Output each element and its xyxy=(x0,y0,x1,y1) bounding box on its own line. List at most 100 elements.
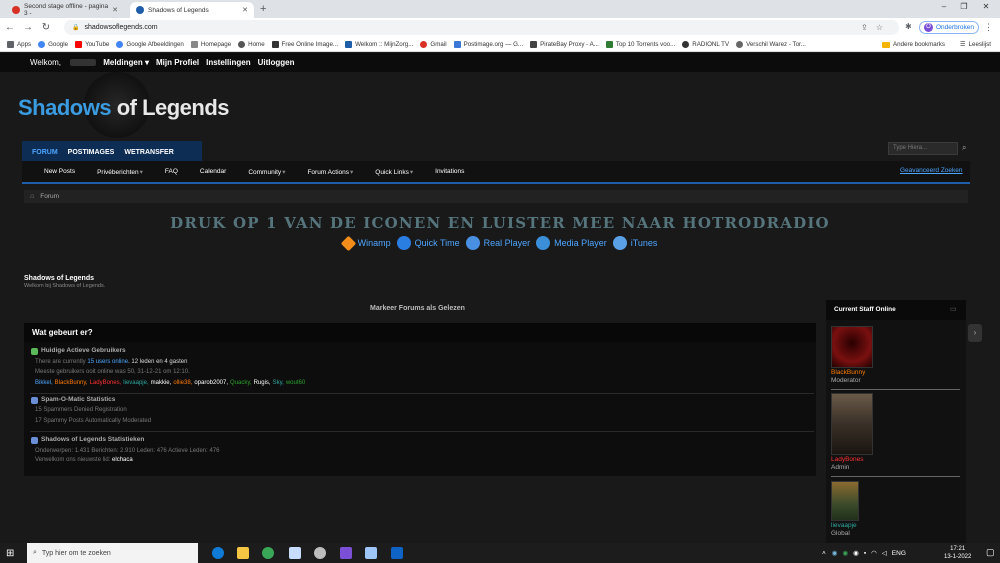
edge-icon[interactable] xyxy=(212,547,224,559)
close-window-button[interactable]: ✕ xyxy=(976,2,996,11)
advanced-search-link[interactable]: Geavanceerd Zoeken xyxy=(900,167,963,174)
minimize-button[interactable]: – xyxy=(934,2,954,11)
logout-link[interactable]: Uitloggen xyxy=(258,58,295,67)
online-user-link[interactable]: ollie38, xyxy=(173,380,192,386)
new-tab-button[interactable]: + xyxy=(260,3,266,15)
tab-forum[interactable]: FORUM xyxy=(32,149,58,156)
online-user-link[interactable]: Sky, xyxy=(273,380,284,386)
chevron-right-icon[interactable]: › xyxy=(968,324,982,342)
spam-o-matic-heading[interactable]: Spam-O-Matic Statistics xyxy=(41,396,115,403)
online-user-link[interactable]: wout60 xyxy=(286,380,305,386)
back-button[interactable]: ← xyxy=(2,22,18,33)
close-tab-icon[interactable]: ✕ xyxy=(242,6,248,14)
settings-link[interactable]: Instellingen xyxy=(206,58,250,67)
tray-app-icon[interactable]: ◉ xyxy=(853,549,859,557)
bookmark-apps[interactable]: Apps xyxy=(7,41,31,48)
active-users-heading[interactable]: Huidige Actieve Gebruikers xyxy=(41,347,126,354)
taskbar-search-input[interactable]: ⌕ Typ hier om te zoeken xyxy=(27,543,198,563)
subnav-forum-actions[interactable]: Forum Actions▾ xyxy=(296,168,353,176)
site-search-input[interactable]: Type Hiera... xyxy=(888,142,958,155)
browser-menu-icon[interactable]: ⋮ xyxy=(984,22,993,33)
subnav-quick-links[interactable]: Quick Links▾ xyxy=(364,168,413,176)
chrome-icon[interactable] xyxy=(262,547,274,559)
online-user-link[interactable]: Rugis, xyxy=(254,380,271,386)
avatar[interactable] xyxy=(831,393,873,455)
wifi-icon[interactable]: ◠ xyxy=(871,549,877,557)
app-icon[interactable] xyxy=(289,547,301,559)
mark-forums-read-link[interactable]: Markeer Forums als Gelezen xyxy=(370,305,465,312)
maximize-button[interactable]: ❐ xyxy=(954,2,974,11)
avatar[interactable] xyxy=(831,481,859,521)
staff-name[interactable]: BlackBunny xyxy=(831,369,865,376)
reading-list[interactable]: ☰Leeslijst xyxy=(960,37,991,52)
bookmark-free-online-image[interactable]: Free Online Image... xyxy=(272,41,338,48)
online-user-link[interactable]: Bikkel, xyxy=(35,380,53,386)
breadcrumb-forum[interactable]: Forum xyxy=(40,193,59,200)
subnav-private-messages[interactable]: Privéberichten▾ xyxy=(86,168,143,176)
tray-app-icon[interactable]: ◉ xyxy=(832,549,838,557)
url-input[interactable]: 🔒 shadowsoflegends.com ⇪☆ xyxy=(64,20,899,35)
bookmark-top10-torrents[interactable]: Top 10 Torrents voo... xyxy=(606,41,675,48)
online-user-link[interactable]: BlackBunny, xyxy=(55,380,88,386)
bookmark-postimage[interactable]: Postimage.org — G... xyxy=(454,41,524,48)
player-winamp[interactable]: Winamp xyxy=(343,238,391,249)
notifications-link[interactable]: Meldingen ▾ xyxy=(103,58,149,67)
search-icon[interactable]: ⌕ xyxy=(962,143,966,153)
bookmark-home[interactable]: Home xyxy=(238,41,265,48)
tab-wetransfer[interactable]: WETRANSFER xyxy=(124,149,173,156)
notifications-icon[interactable]: ▢ xyxy=(986,547,995,558)
subnav-community[interactable]: Community▾ xyxy=(237,168,285,176)
browser-tab-2[interactable]: Shadows of Legends ✕ xyxy=(130,2,254,18)
bookmark-gmail[interactable]: Gmail xyxy=(420,41,446,48)
player-quicktime[interactable]: Quick Time xyxy=(397,236,460,250)
online-user-link[interactable]: makkie, xyxy=(151,380,172,386)
subnav-invitations[interactable]: Invitations xyxy=(424,168,464,175)
subnav-calendar[interactable]: Calendar xyxy=(189,168,226,175)
bookmark-google-images[interactable]: Google Afbeeldingen xyxy=(116,41,183,48)
online-user-link[interactable]: oparob2007, xyxy=(194,380,228,386)
volume-icon[interactable]: ◁ xyxy=(882,549,887,557)
my-profile-link[interactable]: Mijn Profiel xyxy=(156,58,199,67)
online-user-link[interactable]: LadyBones, xyxy=(90,380,122,386)
site-logo[interactable]: Shadows of Legends xyxy=(18,95,229,121)
bookmark-youtube[interactable]: YouTube xyxy=(75,41,109,48)
forum-statistics-heading[interactable]: Shadows of Legends Statistieken xyxy=(41,436,144,443)
forward-button[interactable]: → xyxy=(20,22,36,33)
app-icon[interactable] xyxy=(365,547,377,559)
staff-name[interactable]: LadyBones xyxy=(831,456,864,463)
home-icon[interactable]: ⌂ xyxy=(30,193,34,200)
reload-button[interactable]: ↻ xyxy=(38,22,54,33)
tray-app-icon[interactable]: ◉ xyxy=(842,549,848,557)
share-star-icons[interactable]: ⇪☆ xyxy=(861,23,891,32)
online-user-link[interactable]: lievaapje, xyxy=(123,380,148,386)
chevron-up-icon[interactable]: ˄ xyxy=(822,550,826,557)
online-user-link[interactable]: Quacky, xyxy=(230,380,252,386)
users-online-link[interactable]: 15 users online xyxy=(87,359,128,365)
bookmark-verschil-warez[interactable]: Verschil Warez - Tor... xyxy=(736,41,806,48)
file-explorer-icon[interactable] xyxy=(237,547,249,559)
staff-name[interactable]: lievaapje xyxy=(831,522,857,529)
bookmark-google[interactable]: Google xyxy=(38,41,68,48)
bookmark-homepage[interactable]: Homepage xyxy=(191,41,231,48)
subnav-new-posts[interactable]: New Posts xyxy=(33,168,75,175)
bookmark-radionl[interactable]: RADIONL TV xyxy=(682,41,729,48)
collapse-icon[interactable]: ▭ xyxy=(950,305,957,313)
profile-button[interactable]: O Onderbroken xyxy=(919,21,979,34)
avatar[interactable] xyxy=(831,326,873,368)
language-indicator[interactable]: ENG xyxy=(892,550,906,557)
windows-start-icon[interactable]: ⊞ xyxy=(6,548,14,559)
player-itunes[interactable]: iTunes xyxy=(613,236,658,250)
app-icon[interactable] xyxy=(314,547,326,559)
app-icon[interactable] xyxy=(340,547,352,559)
outlook-icon[interactable] xyxy=(391,547,403,559)
bookmark-mijnzorg[interactable]: Welkom :: MijnZorg... xyxy=(345,41,413,48)
clock[interactable]: 17:21 13-1-2022 xyxy=(944,545,971,561)
other-bookmarks[interactable]: Andere bookmarks xyxy=(882,37,945,52)
tray-app-icon[interactable]: ▪ xyxy=(864,550,866,557)
browser-tab-1[interactable]: Second stage offline - pagina 3 - ✕ xyxy=(6,2,124,18)
extensions-icon[interactable]: ✱ xyxy=(905,22,912,31)
close-tab-icon[interactable]: ✕ xyxy=(112,6,118,14)
bookmark-piratebay[interactable]: PirateBay Proxy - A... xyxy=(530,41,599,48)
newest-member-link[interactable]: elchaca xyxy=(112,457,133,463)
subnav-faq[interactable]: FAQ xyxy=(154,168,178,175)
